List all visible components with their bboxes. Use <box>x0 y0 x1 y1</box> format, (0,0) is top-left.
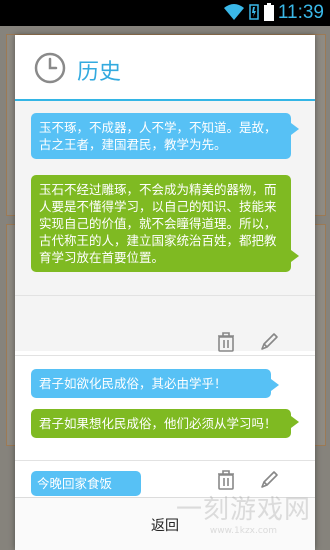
delete-icon[interactable] <box>215 331 237 353</box>
answer-bubble: 玉石不经过雕琢，不会成为精美的器物，而人要是不懂得学习，以自己的知识、技能来实现… <box>31 175 299 272</box>
entry-divider <box>15 460 315 461</box>
clock-icon <box>34 52 66 84</box>
wifi-icon <box>224 4 244 20</box>
watermark-text: 一刻游戏网 <box>175 495 311 525</box>
history-list[interactable]: 玉不琢，不成器，人不学，不知道。是故，古之王者，建国君民，教学为先。 玉石不经过… <box>15 101 315 497</box>
question-bubble: 玉不琢，不成器，人不学，不知道。是故，古之王者，建国君民，教学为先。 <box>31 113 299 159</box>
answer-bubble: 君子如果想化民成俗，他们必须从学习吗！ <box>31 409 299 438</box>
status-time: 11:39 <box>277 2 324 23</box>
dialog-title: 历史 <box>77 60 122 85</box>
delete-icon[interactable] <box>215 469 237 491</box>
question-bubble: 今晚回家食饭 <box>31 471 141 496</box>
entry-divider <box>15 295 315 296</box>
history-dialog: 历史 玉不琢，不成器，人不学，不知道。是故，古之王者，建国君民，教学为先。 玉石… <box>15 35 315 550</box>
entry-divider <box>15 355 315 356</box>
battery-icon <box>264 3 274 21</box>
watermark-url: www.1kzx.com <box>209 526 278 536</box>
dialog-header: 历史 <box>15 35 315 99</box>
usb-icon <box>249 4 259 20</box>
edit-icon[interactable] <box>258 469 280 491</box>
edit-icon[interactable] <box>258 331 280 353</box>
question-bubble: 君子如欲化民成俗，其必由学乎！ <box>31 369 279 398</box>
watermark: 一刻游戏网 www.1kzx.com <box>176 489 311 536</box>
status-bar: 11:39 <box>0 0 330 26</box>
